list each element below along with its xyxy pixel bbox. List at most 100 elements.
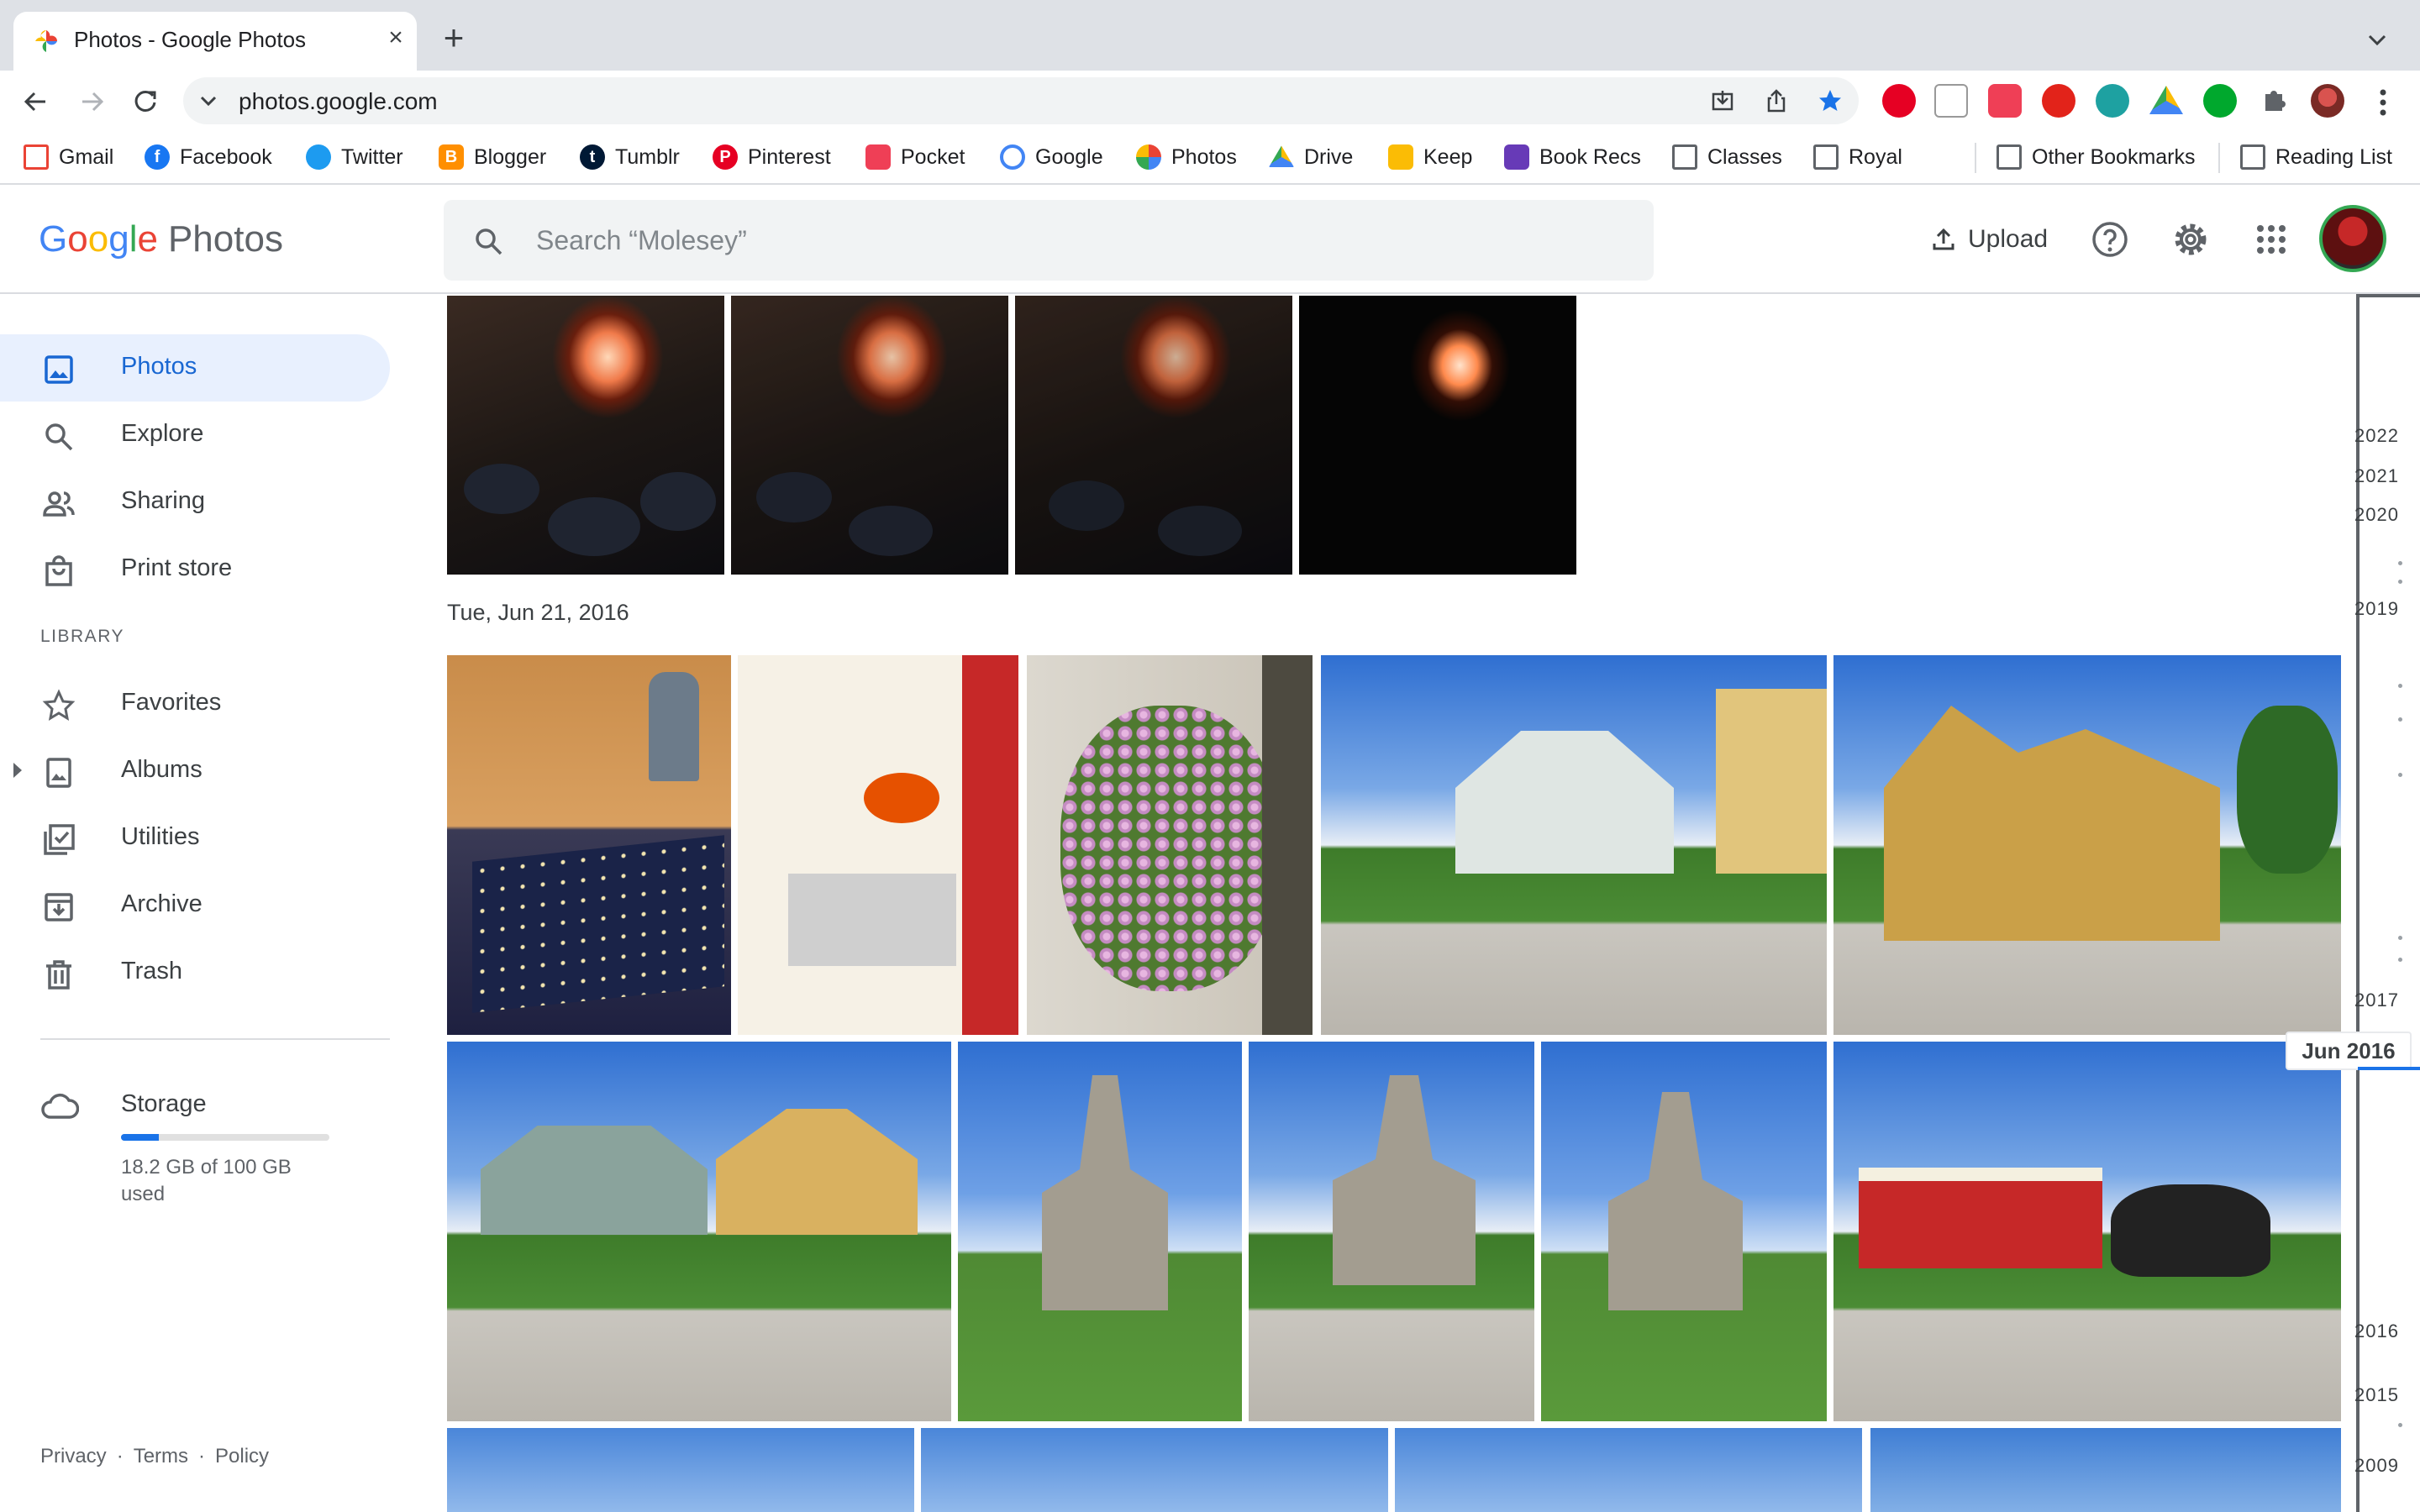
- photo-thumbnail[interactable]: [1833, 655, 2341, 1035]
- sidebar-item-label: Albums: [121, 756, 203, 783]
- photo-detail: [2111, 1184, 2270, 1277]
- forward-arrow-icon[interactable]: [76, 86, 108, 118]
- photo-thumbnail[interactable]: [1299, 296, 1576, 575]
- bookmark-pinterest[interactable]: P Pinterest: [713, 143, 831, 171]
- browser-tabstrip: Photos - Google Photos × +: [0, 0, 2420, 71]
- url-text[interactable]: photos.google.com: [239, 88, 438, 115]
- policy-link[interactable]: Policy: [215, 1445, 269, 1467]
- photo-thumbnail[interactable]: [1321, 655, 1827, 1035]
- search-icon: [45, 423, 73, 451]
- photo-thumbnail[interactable]: [447, 1042, 951, 1421]
- account-avatar[interactable]: [2319, 205, 2386, 272]
- bookmark-photos[interactable]: Photos: [1136, 143, 1237, 171]
- photo-thumbnail[interactable]: [1870, 1428, 2341, 1512]
- timeline-year[interactable]: 2015: [2354, 1384, 2399, 1406]
- profile-avatar[interactable]: [2311, 84, 2344, 118]
- bookmark-twitter[interactable]: Twitter: [306, 143, 403, 171]
- share-icon[interactable]: [1763, 87, 1790, 114]
- google-photos-logo[interactable]: Google Photos: [39, 218, 283, 260]
- photo-thumbnail[interactable]: [958, 1042, 1242, 1421]
- terms-link[interactable]: Terms: [134, 1445, 188, 1467]
- pinterest-extension-icon[interactable]: [1882, 84, 1916, 118]
- tab-title: Photos - Google Photos: [74, 27, 307, 52]
- sidebar-item-explore[interactable]: Explore: [0, 402, 390, 469]
- timeline-year[interactable]: 2022: [2354, 425, 2399, 447]
- bookmark-drive[interactable]: Drive: [1269, 143, 1353, 171]
- install-app-icon[interactable]: [1709, 87, 1736, 114]
- search-bar[interactable]: [444, 200, 1654, 281]
- photo-detail: [640, 472, 716, 531]
- storage-label[interactable]: Storage: [121, 1090, 207, 1118]
- search-icon[interactable]: [472, 225, 506, 259]
- photo-thumbnail[interactable]: [447, 655, 731, 1035]
- bookmark-label: Twitter: [341, 144, 403, 169]
- tumblr-extension-icon[interactable]: [1934, 84, 1968, 118]
- timeline-year[interactable]: 2017: [2354, 990, 2399, 1011]
- timeline-dot: [2398, 580, 2402, 584]
- expand-arrow-icon[interactable]: [13, 763, 22, 778]
- upload-button[interactable]: Upload: [1931, 218, 2048, 260]
- back-arrow-icon[interactable]: [20, 86, 52, 118]
- more-vert-icon[interactable]: [2375, 86, 2391, 119]
- pocket-extension-icon[interactable]: [1988, 84, 2022, 118]
- settings-gear-icon[interactable]: [2170, 218, 2212, 260]
- photo-thumbnail[interactable]: [1541, 1042, 1827, 1421]
- photo-thumbnail[interactable]: [447, 1428, 914, 1512]
- sidebar-item-photos[interactable]: Photos: [0, 334, 390, 402]
- photo-thumbnail[interactable]: [1395, 1428, 1862, 1512]
- new-tab-button[interactable]: +: [437, 20, 471, 55]
- bookmark-folder-classes[interactable]: Classes: [1672, 143, 1782, 171]
- bookmark-facebook[interactable]: f Facebook: [145, 143, 272, 171]
- photo-detail: [1608, 1092, 1743, 1310]
- reload-icon[interactable]: [129, 86, 161, 118]
- bookmark-label: Book Recs: [1539, 144, 1641, 169]
- evernote-extension-icon[interactable]: [2203, 84, 2237, 118]
- bookmark-google[interactable]: Google: [1000, 143, 1103, 171]
- photo-thumbnail[interactable]: [447, 296, 724, 575]
- reading-list-button[interactable]: Reading List: [2240, 143, 2392, 171]
- apps-grid-icon[interactable]: [2250, 218, 2292, 260]
- sidebar-item-sharing[interactable]: Sharing: [0, 469, 390, 536]
- photo-thumbnail[interactable]: [921, 1428, 1388, 1512]
- photo-thumbnail[interactable]: [1833, 1042, 2341, 1421]
- address-bar[interactable]: photos.google.com: [183, 77, 1859, 124]
- timeline-year[interactable]: 2020: [2354, 504, 2399, 526]
- bookmark-pocket[interactable]: Pocket: [865, 143, 965, 171]
- photo-thumbnail[interactable]: [738, 655, 1018, 1035]
- site-info-chevron-icon[interactable]: [197, 89, 220, 113]
- search-input[interactable]: [536, 200, 1628, 281]
- drive-extension-icon[interactable]: [2149, 86, 2183, 114]
- sidebar-item-archive[interactable]: Archive: [0, 872, 390, 939]
- help-icon[interactable]: [2089, 218, 2131, 260]
- photo-thumbnail[interactable]: [1027, 655, 1313, 1035]
- puzzle-extensions-icon[interactable]: [2257, 84, 2291, 118]
- timeline-position-marker[interactable]: [2358, 1067, 2420, 1070]
- photo-thumbnail[interactable]: [1015, 296, 1292, 575]
- timeline-year[interactable]: 2019: [2354, 598, 2399, 620]
- bookmark-other-bookmarks[interactable]: Other Bookmarks: [1996, 143, 2196, 171]
- timeline-scrubber[interactable]: 2022 2021 2020 2019 2017 2016 2015 2009: [2353, 294, 2420, 1512]
- sidebar-item-print-store[interactable]: Print store: [0, 536, 390, 603]
- photo-thumbnail[interactable]: [731, 296, 1008, 575]
- photo-thumbnail[interactable]: [1249, 1042, 1534, 1421]
- bookmark-folder-royal[interactable]: Royal: [1813, 143, 1902, 171]
- bookmark-tumblr[interactable]: t Tumblr: [580, 143, 680, 171]
- timeline-year[interactable]: 2021: [2354, 465, 2399, 487]
- close-tab-icon[interactable]: ×: [383, 25, 408, 50]
- browser-tab[interactable]: Photos - Google Photos ×: [13, 12, 417, 71]
- sidebar-item-albums[interactable]: Albums: [0, 738, 390, 805]
- chevron-down-icon[interactable]: [2363, 25, 2391, 54]
- sidebar-item-favorites[interactable]: Favorites: [0, 670, 390, 738]
- adblock-extension-icon[interactable]: [2042, 84, 2075, 118]
- bookmark-gmail[interactable]: Gmail: [24, 143, 113, 171]
- sidebar-item-utilities[interactable]: Utilities: [0, 805, 390, 872]
- sidebar-item-trash[interactable]: Trash: [0, 939, 390, 1006]
- timeline-year[interactable]: 2009: [2354, 1455, 2399, 1477]
- timeline-year[interactable]: 2016: [2354, 1320, 2399, 1342]
- mendeley-extension-icon[interactable]: [2096, 84, 2129, 118]
- privacy-link[interactable]: Privacy: [40, 1445, 107, 1467]
- bookmark-star-icon[interactable]: [1817, 87, 1844, 114]
- bookmark-book-recs[interactable]: Book Recs: [1504, 143, 1641, 171]
- bookmark-keep[interactable]: Keep: [1388, 143, 1472, 171]
- bookmark-blogger[interactable]: B Blogger: [439, 143, 546, 171]
